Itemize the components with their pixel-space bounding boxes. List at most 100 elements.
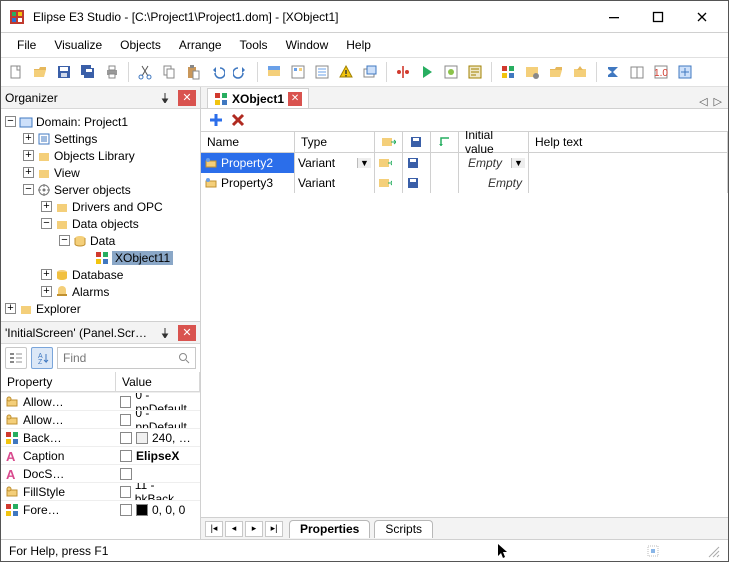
- checkbox[interactable]: [120, 486, 131, 498]
- tab-next-icon[interactable]: ▷: [714, 95, 722, 108]
- categorized-icon[interactable]: [5, 347, 27, 369]
- tool-k-icon[interactable]: [674, 61, 696, 83]
- tool-g-icon[interactable]: [497, 61, 519, 83]
- checkbox[interactable]: [120, 396, 131, 408]
- tool-d-icon[interactable]: [359, 61, 381, 83]
- save-all-icon[interactable]: [77, 61, 99, 83]
- tree-dataobj[interactable]: − Data objects: [5, 215, 196, 232]
- plus-icon[interactable]: 1.0: [650, 61, 672, 83]
- snap-icon[interactable]: [646, 544, 660, 558]
- organizer-tree[interactable]: − Domain: Project1 + Settings + Objects …: [1, 109, 200, 321]
- col-d[interactable]: [403, 132, 431, 152]
- bottom-tab-properties[interactable]: Properties: [289, 520, 370, 538]
- col-initial-value[interactable]: Initial value: [459, 132, 529, 152]
- cell-c-icon[interactable]: [378, 156, 392, 170]
- print-icon[interactable]: [101, 61, 123, 83]
- tree-data[interactable]: − Data: [5, 232, 196, 249]
- warning-icon[interactable]: [335, 61, 357, 83]
- tree-objlib[interactable]: + Objects Library: [5, 147, 196, 164]
- tree-serverobj[interactable]: − Server objects: [5, 181, 196, 198]
- alphabetical-icon[interactable]: AZ: [31, 347, 53, 369]
- tool-j-icon[interactable]: [569, 61, 591, 83]
- grid-row[interactable]: Property2Variant▼Empty▼: [201, 153, 728, 173]
- tool-f-icon[interactable]: [464, 61, 486, 83]
- checkbox[interactable]: [120, 450, 132, 462]
- tree-explorer[interactable]: + Explorer: [5, 300, 196, 317]
- props-close-button[interactable]: ✕: [178, 325, 196, 341]
- col-type[interactable]: Type: [295, 132, 375, 152]
- cell-c-icon[interactable]: [378, 176, 392, 190]
- tool-i-icon[interactable]: [545, 61, 567, 83]
- delete-button[interactable]: [231, 113, 245, 127]
- add-button[interactable]: [209, 113, 223, 127]
- col-help-text[interactable]: Help text: [529, 132, 728, 152]
- tree-alarms[interactable]: + Alarms: [5, 283, 196, 300]
- breakpoint-icon[interactable]: [392, 61, 414, 83]
- open-icon[interactable]: [29, 61, 51, 83]
- run-icon[interactable]: [416, 61, 438, 83]
- maximize-button[interactable]: [636, 3, 680, 31]
- book-icon[interactable]: [626, 61, 648, 83]
- property-row[interactable]: Back…240, …: [1, 428, 200, 446]
- menu-visualize[interactable]: Visualize: [46, 35, 110, 55]
- property-row[interactable]: ADocS…: [1, 464, 200, 482]
- tree-view[interactable]: + View: [5, 164, 196, 181]
- bottom-tab-scripts[interactable]: Scripts: [374, 520, 433, 538]
- pin-icon[interactable]: [156, 325, 174, 341]
- undo-icon[interactable]: [206, 61, 228, 83]
- menu-help[interactable]: Help: [338, 35, 379, 55]
- cut-icon[interactable]: [134, 61, 156, 83]
- organizer-close-button[interactable]: ✕: [178, 90, 196, 106]
- col-c[interactable]: [375, 132, 403, 152]
- grid-row[interactable]: Property3VariantEmpty: [201, 173, 728, 193]
- minimize-button[interactable]: [592, 3, 636, 31]
- find-input[interactable]: Find: [57, 347, 196, 369]
- resize-grip-icon[interactable]: [706, 544, 720, 558]
- save-icon[interactable]: [53, 61, 75, 83]
- property-row[interactable]: Allow…0 - ppDefault: [1, 392, 200, 410]
- sigma-icon[interactable]: [602, 61, 624, 83]
- tool-b-icon[interactable]: [287, 61, 309, 83]
- cell-save-icon[interactable]: [406, 156, 420, 170]
- checkbox[interactable]: [120, 414, 131, 426]
- first-button[interactable]: |◂: [205, 521, 223, 537]
- property-row[interactable]: Fore…0, 0, 0: [1, 500, 200, 518]
- cell-save-icon[interactable]: [406, 176, 420, 190]
- last-button[interactable]: ▸|: [265, 521, 283, 537]
- property-row[interactable]: Allow…0 - ppDefault: [1, 410, 200, 428]
- next-button[interactable]: ▸: [245, 521, 263, 537]
- col-e[interactable]: [431, 132, 459, 152]
- doc-tab-xobject1[interactable]: XObject1 ✕: [207, 88, 309, 108]
- menu-objects[interactable]: Objects: [112, 35, 169, 55]
- new-icon[interactable]: [5, 61, 27, 83]
- menu-file[interactable]: File: [9, 35, 44, 55]
- tool-c-icon[interactable]: [311, 61, 333, 83]
- tool-h-icon[interactable]: [521, 61, 543, 83]
- checkbox[interactable]: [120, 432, 132, 444]
- tab-prev-icon[interactable]: ◁: [699, 95, 707, 108]
- tree-settings[interactable]: + Settings: [5, 130, 196, 147]
- tool-a-icon[interactable]: [263, 61, 285, 83]
- menu-window[interactable]: Window: [278, 35, 337, 55]
- menu-tools[interactable]: Tools: [232, 35, 276, 55]
- property-row[interactable]: ACaptionElipseX: [1, 446, 200, 464]
- checkbox[interactable]: [120, 504, 132, 516]
- close-button[interactable]: [680, 3, 724, 31]
- paste-icon[interactable]: [182, 61, 204, 83]
- pin-icon[interactable]: [156, 90, 174, 106]
- property-row[interactable]: FillStyle11 - bkBack…: [1, 482, 200, 500]
- redo-icon[interactable]: [230, 61, 252, 83]
- copy-icon[interactable]: [158, 61, 180, 83]
- tree-database[interactable]: + Database: [5, 266, 196, 283]
- tree-drivers[interactable]: + Drivers and OPC: [5, 198, 196, 215]
- prev-button[interactable]: ◂: [225, 521, 243, 537]
- col-value[interactable]: Value: [116, 372, 200, 391]
- tree-xobject11[interactable]: XObject11: [5, 249, 196, 266]
- tree-domain[interactable]: − Domain: Project1: [5, 113, 196, 130]
- col-name[interactable]: Name: [201, 132, 295, 152]
- menu-arrange[interactable]: Arrange: [171, 35, 230, 55]
- col-property[interactable]: Property: [1, 372, 116, 391]
- tab-close-button[interactable]: ✕: [288, 92, 302, 106]
- checkbox[interactable]: [120, 468, 132, 480]
- tool-e-icon[interactable]: [440, 61, 462, 83]
